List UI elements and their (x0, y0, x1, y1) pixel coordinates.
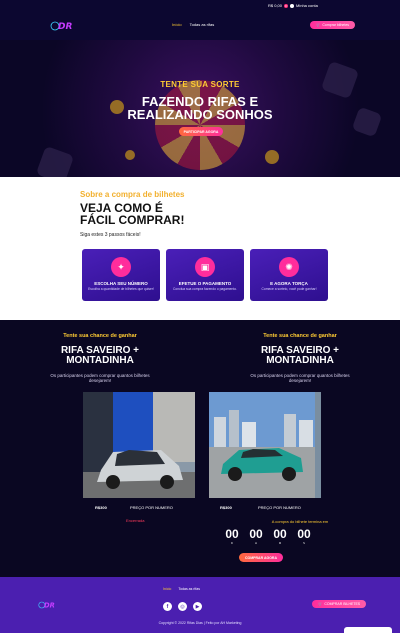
dice-image (35, 145, 75, 177)
countdown-timer: 00 D 00 H 00 M 00 S (222, 528, 314, 548)
account-link[interactable]: Minha conta (290, 3, 318, 8)
trophy-icon: ✺ (279, 257, 299, 277)
footer-logo-text: DR (44, 601, 55, 609)
instagram-icon[interactable]: ◎ (178, 602, 187, 611)
step-card-choose: ✦ ESCOLHA SEU NÚMERO Escolha a quantidad… (82, 249, 160, 301)
raffle-title: RIFA SAVEIRO + MONTADINHA (200, 346, 400, 366)
floating-chat-button[interactable] (344, 627, 392, 633)
countdown-days-value: 00 (225, 527, 239, 541)
raffle-card-closed: Tente sua chance de ganhar RIFA SAVEIRO … (0, 320, 200, 577)
main-nav: Início Todas as rifas (172, 22, 214, 27)
raffle-price: R$300 (220, 505, 232, 510)
hero-title-line2: REALIZANDO SONHOS (127, 107, 273, 122)
user-icon (290, 3, 294, 8)
youtube-icon[interactable]: ▶ (193, 602, 202, 611)
facebook-icon[interactable]: f (163, 602, 172, 611)
price-per-number-label: PREÇO POR NUMERO (258, 505, 301, 510)
raffle-price: R$300 (95, 505, 107, 510)
step-card-pay: ▣ EFETUE O PAGAMENTO Conclua sua compra … (166, 249, 244, 301)
countdown-seconds: 00 S (294, 528, 314, 548)
footer-nav-item-todas-rifas[interactable]: Todas as rifas (178, 587, 200, 591)
countdown-seconds-value: 00 (297, 527, 311, 541)
cart-value: R$ 0,00 (268, 3, 283, 8)
step-title: E AGORA TORÇA (270, 281, 308, 286)
footer: Início Todas as rifas DR f ◎ ▶ 🛒 COMPRAR… (0, 577, 400, 633)
section-title-line2: FÁCIL COMPRAR! (80, 213, 185, 227)
countdown-days: 00 D (222, 528, 242, 548)
raffle-kicker: Tente sua chance de ganhar (63, 333, 137, 339)
countdown-label: A compra do bilhete termina em (271, 519, 329, 524)
cart-icon: 🛒 (318, 602, 323, 606)
raffle-title: RIFA SAVEIRO + MONTADINHA (0, 346, 200, 366)
wallet-icon: ▣ (195, 257, 215, 277)
countdown-hours-unit: H (254, 541, 258, 545)
raffle-title-line2: MONTADINHA (266, 355, 334, 366)
copyright: Copyright © 2022 Rifas Dias | Feito por … (158, 621, 242, 625)
countdown-hours-value: 00 (249, 527, 263, 541)
raffles-section: Tente sua chance de ganhar RIFA SAVEIRO … (0, 320, 400, 577)
section-subtitle: Siga estes 3 passos fáceis! (80, 232, 141, 238)
countdown-seconds-unit: S (302, 541, 305, 545)
buy-tickets-button[interactable]: 🛒 Comprar bilhetes (310, 21, 356, 29)
step-desc: Comece a sorteio, você pode ganhar! (261, 287, 317, 291)
raffle-kicker: Tente sua chance de ganhar (263, 333, 337, 339)
nav-item-inicio[interactable]: Início (172, 22, 182, 27)
cart-icon: 🛒 (316, 23, 321, 27)
participate-button[interactable]: PARTICIPAR AGORA (179, 127, 223, 136)
account-label: Minha conta (296, 3, 318, 8)
section-kicker: Sobre a compra de bilhetes (80, 190, 185, 199)
step-desc: Conclua sua compra fazendo o pagamento. (173, 287, 237, 291)
countdown-minutes: 00 M (270, 528, 290, 548)
hero-title: FAZENDO RIFAS E REALIZANDO SONHOS (0, 95, 400, 121)
raffle-desc: Os participantes podem comprar quantos b… (50, 373, 150, 383)
step-title: ESCOLHA SEU NÚMERO (94, 281, 148, 286)
step-card-cheer: ✺ E AGORA TORÇA Comece a sorteio, você p… (250, 249, 328, 301)
footer-buy-tickets-label: COMPRAR BILHETES (324, 602, 361, 606)
step-title: EFETUE O PAGAMENTO (178, 281, 232, 286)
section-title: VEJA COMO É FÁCIL COMPRAR! (80, 202, 184, 226)
step-desc: Escolha a quantidade de bilhetes que qui… (88, 287, 154, 291)
top-bar: R$ 0,00 0 Minha conta DR Início Todas as… (0, 0, 400, 40)
raffle-status: Encerrada (126, 518, 145, 523)
car-photo-street[interactable] (209, 392, 321, 498)
footer-nav: Início Todas as rifas (163, 587, 200, 591)
price-per-number-label: PREÇO POR NUMERO (130, 505, 173, 510)
cart-count-badge: 0 (284, 3, 288, 8)
countdown-minutes-value: 00 (273, 527, 287, 541)
coin-image (265, 150, 279, 164)
ticket-icon: ✦ (111, 257, 131, 277)
how-to-buy-section: Sobre a compra de bilhetes VEJA COMO É F… (0, 177, 400, 320)
buy-tickets-label: Comprar bilhetes (322, 23, 350, 27)
buy-now-button[interactable]: COMPRAR AGORA (239, 553, 283, 562)
countdown-days-unit: D (230, 541, 234, 545)
footer-logo[interactable]: DR (38, 599, 56, 611)
site-logo[interactable]: DR (50, 18, 74, 34)
raffle-desc: Os participantes podem comprar quantos b… (250, 373, 350, 383)
social-links: f ◎ ▶ (163, 602, 202, 611)
footer-buy-tickets-button[interactable]: 🛒 COMPRAR BILHETES (312, 600, 367, 608)
raffle-card-active: Tente sua chance de ganhar RIFA SAVEIRO … (200, 320, 400, 577)
hero-banner: TENTE SUA SORTE FAZENDO RIFAS E REALIZAN… (0, 40, 400, 177)
footer-nav-item-inicio[interactable]: Início (163, 587, 171, 591)
nav-item-todas-rifas[interactable]: Todas as rifas (190, 22, 215, 27)
countdown-hours: 00 H (246, 528, 266, 548)
car-photo-garage[interactable] (83, 392, 195, 498)
coin-image (125, 150, 135, 160)
cart-link[interactable]: R$ 0,00 0 (268, 3, 288, 8)
logo-text: DR (58, 22, 72, 32)
countdown-minutes-unit: M (278, 541, 282, 545)
raffle-title-line2: MONTADINHA (66, 355, 134, 366)
hero-kicker: TENTE SUA SORTE (160, 80, 240, 89)
